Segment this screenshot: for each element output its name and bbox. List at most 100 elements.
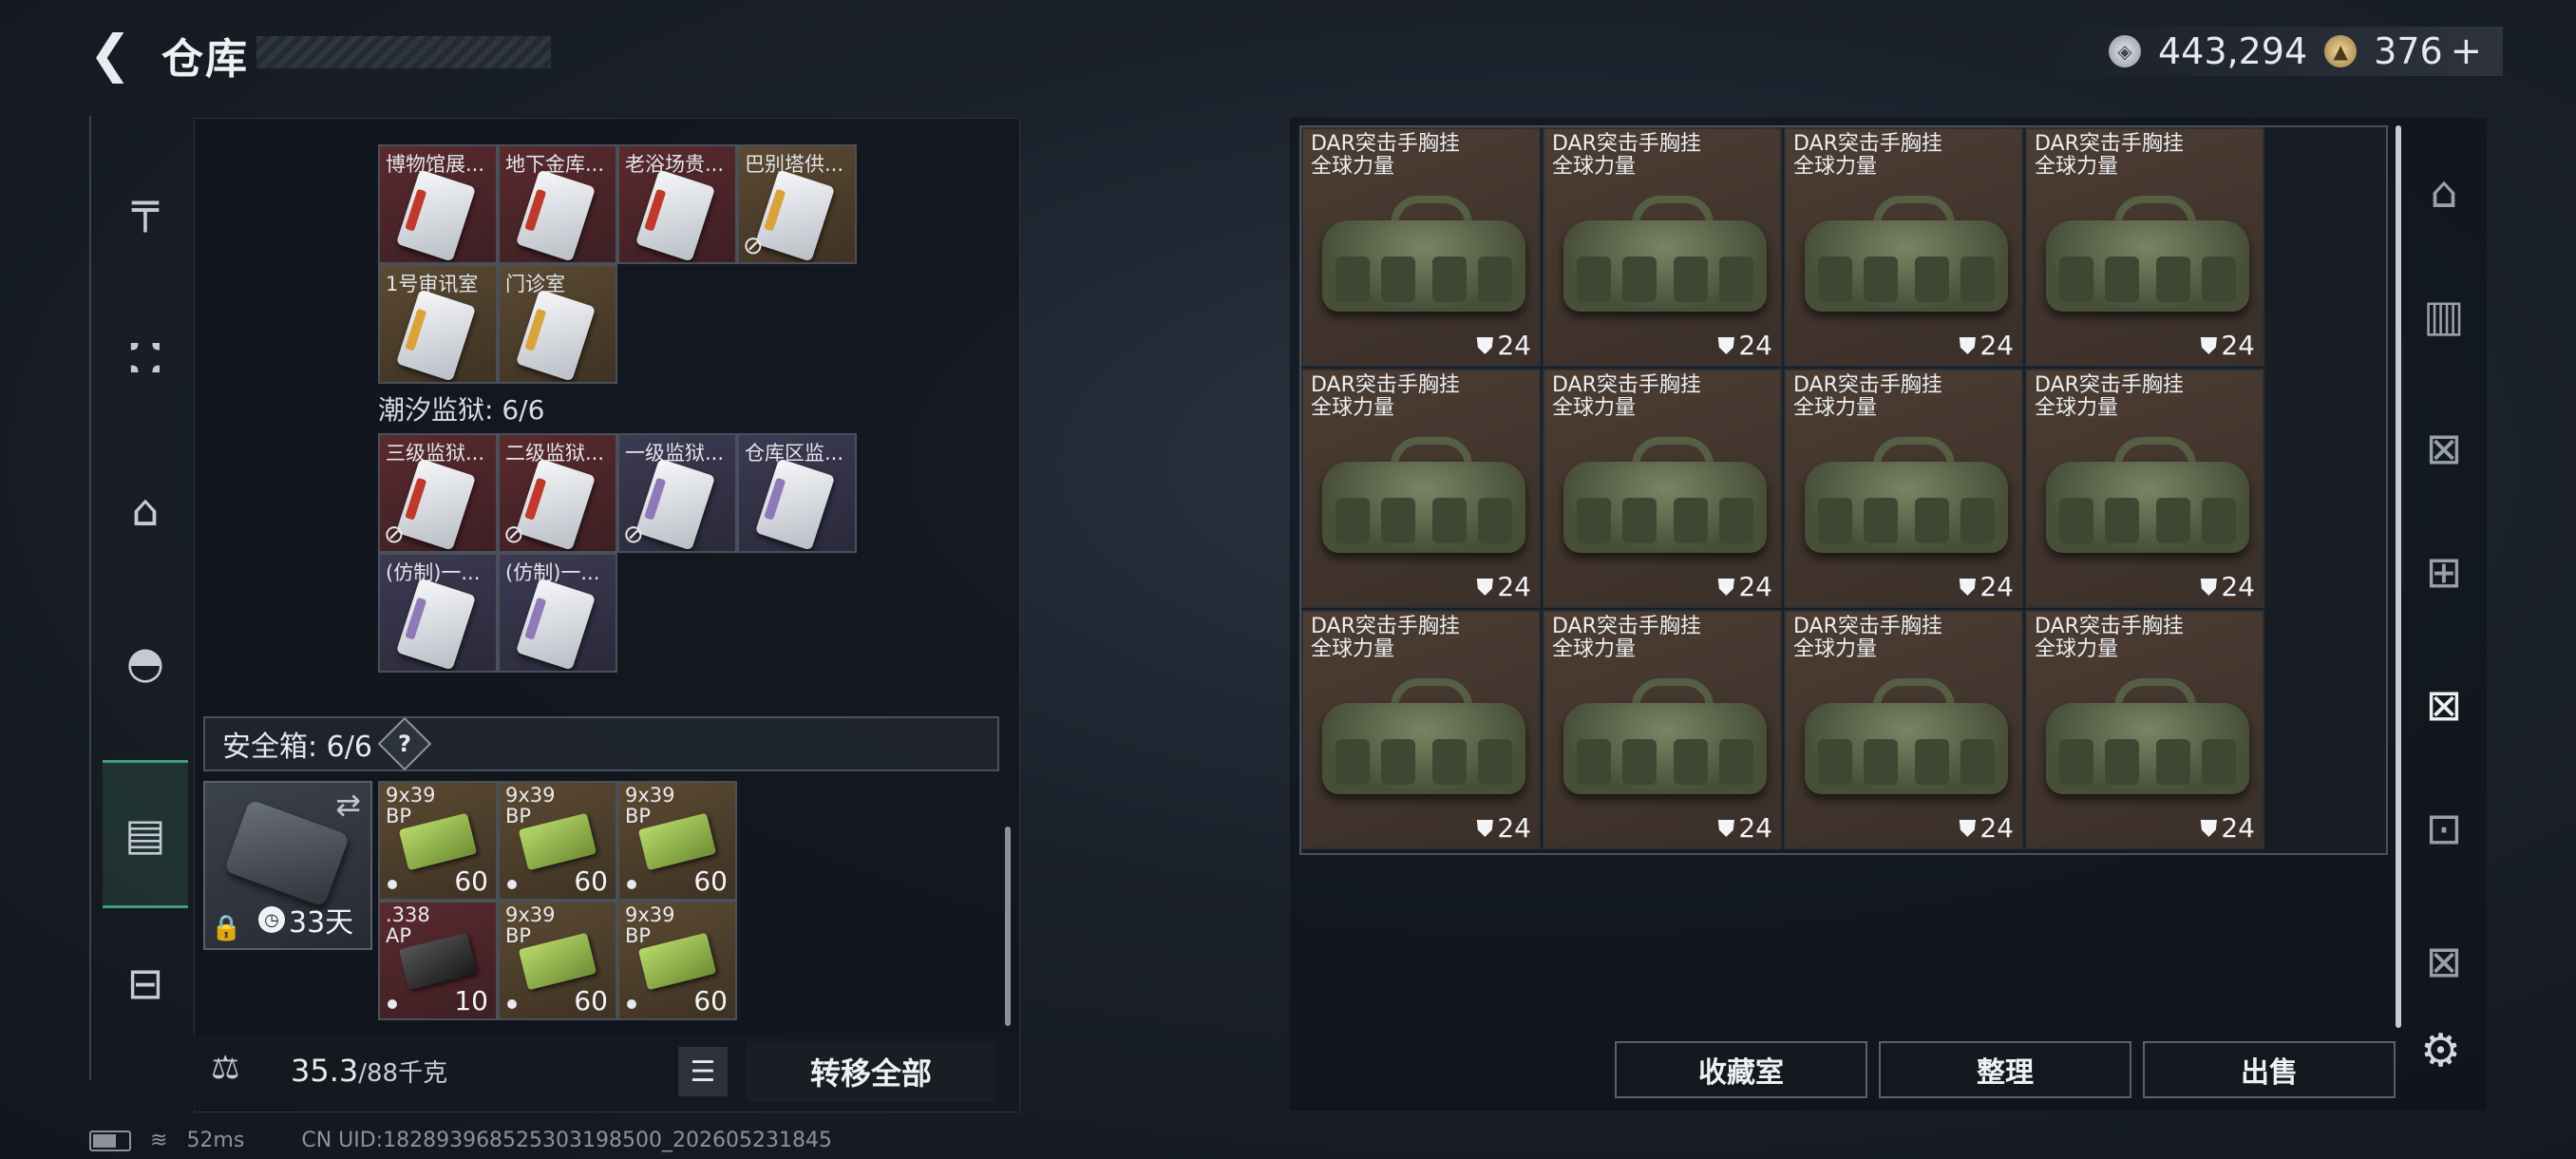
stash-item[interactable]: DAR突击手胸挂 全球力量 ⛊ 24 [1301, 127, 1541, 367]
storage-tab-3[interactable]: ⊠ [2411, 391, 2477, 505]
keycard-item[interactable]: 一级监狱... ⊘ [617, 433, 737, 553]
rarity-dot-icon [627, 999, 636, 1009]
wifi-icon: ≋ [150, 1129, 168, 1152]
ammo-item[interactable]: 9x39 BP 60 [498, 901, 617, 1020]
item-count: ⛊ 24 [1717, 812, 1772, 844]
keycard-item[interactable]: 老浴场贵... [617, 144, 737, 264]
duffel-bag-image [1563, 678, 1767, 802]
sell-button[interactable]: 出售 [2143, 1041, 2396, 1098]
stash-item[interactable]: DAR突击手胸挂 全球力量 ⛊ 24 [1543, 610, 1782, 849]
item-name-line1: DAR突击手胸挂 [1793, 132, 1942, 156]
stash-item[interactable]: DAR突击手胸挂 全球力量 ⛊ 24 [1301, 369, 1541, 608]
storage-tab-7[interactable]: ⊠ [2411, 904, 2477, 1018]
ammo-item[interactable]: 9x39 BP 60 [617, 781, 737, 901]
stash-item[interactable]: DAR突击手胸挂 全球力量 ⛊ 24 [2025, 610, 2264, 849]
ammo-label: 9x39 BP [505, 903, 556, 947]
keycard-item[interactable]: 地下金库... [498, 144, 617, 264]
nav-safe-case[interactable]: ▤ [103, 760, 188, 908]
nav-vest[interactable]: ⛚ [103, 287, 188, 429]
item-name-line1: DAR突击手胸挂 [1552, 615, 1701, 638]
nav-backpack[interactable]: ⌂ [103, 439, 188, 581]
item-count-value: 24 [2221, 571, 2255, 602]
ammo-label: 9x39 BP [505, 784, 556, 827]
storage-tab-1[interactable]: ⌂ [2411, 135, 2477, 249]
sort-button[interactable]: 整理 [1879, 1041, 2131, 1098]
home-arch-icon: ⌂ [2430, 166, 2458, 218]
item-name-line2: 全球力量 [1311, 155, 1395, 179]
stash-item[interactable]: DAR突击手胸挂 全球力量 ⛊ 24 [1301, 610, 1541, 849]
item-count-value: 24 [1979, 571, 2014, 602]
item-count: ⛊ 24 [1476, 571, 1531, 602]
back-button[interactable]: ❮ [82, 24, 139, 84]
keycard-image [515, 169, 597, 262]
item-count: ⛊ 24 [2200, 812, 2255, 844]
keycard-item[interactable]: 门诊室 [498, 264, 617, 384]
keycard-image [754, 458, 836, 551]
stash-item[interactable]: DAR突击手胸挂 全球力量 ⛊ 24 [1784, 369, 2023, 608]
keycard-item[interactable]: 二级监狱... ⊘ [498, 433, 617, 553]
stash-item[interactable]: DAR突击手胸挂 全球力量 ⛊ 24 [1784, 127, 2023, 367]
storage-tab-2[interactable]: ▥ [2411, 258, 2477, 372]
list-view-button[interactable]: ☰ [678, 1047, 728, 1096]
keycard-image [395, 169, 477, 262]
item-name-line2: 全球力量 [1793, 155, 1878, 179]
storage-tab-5[interactable]: ⊠ [2411, 648, 2477, 762]
item-name: DAR突击手胸挂 全球力量 [1552, 133, 1701, 179]
stash-scrollbar[interactable] [2396, 125, 2401, 1028]
item-name-line1: DAR突击手胸挂 [2035, 373, 2184, 397]
stash-item[interactable]: DAR突击手胸挂 全球力量 ⛊ 24 [2025, 127, 2264, 367]
ammo-item[interactable]: 9x39 BP 60 [617, 901, 737, 1020]
storage-tab-4[interactable]: ⊞ [2411, 515, 2477, 629]
helmet-icon: ◓ [125, 636, 165, 688]
help-button[interactable]: ? [377, 716, 432, 771]
keycard-item[interactable]: 三级监狱... ⊘ [378, 433, 498, 553]
ammo-count: 60 [693, 985, 728, 1016]
stash-item[interactable]: DAR突击手胸挂 全球力量 ⛊ 24 [1543, 369, 1782, 608]
item-name: DAR突击手胸挂 全球力量 [1552, 616, 1701, 661]
nav-weapon[interactable]: ╤ [103, 135, 188, 277]
question-icon: ? [397, 730, 411, 757]
keycard-item[interactable]: 巴别塔供... ⊘ [737, 144, 857, 264]
keycard-label: 地下金库... [505, 153, 605, 176]
keycard-item[interactable]: (仿制)一... [378, 553, 498, 673]
gear-icon[interactable]: ⚙ [2420, 1024, 2461, 1077]
nav-helmet[interactable]: ◓ [103, 591, 188, 733]
keycard-item[interactable]: 1号审讯室 [378, 264, 498, 384]
weight-display: 35.3/88千克 [291, 1053, 447, 1089]
duffel-bag-image [1322, 437, 1525, 560]
rarity-dot-icon [388, 880, 397, 889]
ammo-item[interactable]: 9x39 BP 60 [378, 781, 498, 901]
toolbox-icon: ⊟ [126, 958, 164, 1009]
keycard-label: 二级监狱... [505, 442, 605, 465]
folder-iv-icon: ▥ [2423, 290, 2465, 341]
inventory-scrollbar[interactable] [1005, 826, 1011, 1026]
item-count-value: 24 [1497, 330, 1531, 361]
item-count: ⛊ 24 [1476, 330, 1531, 361]
stash-item[interactable]: DAR突击手胸挂 全球力量 ⛊ 24 [2025, 369, 2264, 608]
item-name: DAR突击手胸挂 全球力量 [2035, 133, 2184, 179]
vest-icon: ⛚ [129, 332, 161, 383]
duffel-bag-image [2046, 196, 2249, 319]
item-name: DAR突击手胸挂 全球力量 [2035, 374, 2184, 420]
nav-toolbox[interactable]: ⊟ [103, 912, 188, 1054]
ammo-item[interactable]: 9x39 BP 60 [498, 781, 617, 901]
stash-item[interactable]: DAR突击手胸挂 全球力量 ⛊ 24 [1543, 127, 1782, 367]
stash-item[interactable]: DAR突击手胸挂 全球力量 ⛊ 24 [1784, 610, 2023, 849]
keycard-item[interactable]: 博物馆展... [378, 144, 498, 264]
silver-value: 443,294 [2158, 30, 2308, 72]
keycard-item[interactable]: (仿制)一... [498, 553, 617, 673]
ammo-item[interactable]: .338 AP 10 [378, 901, 498, 1020]
add-currency-button[interactable]: + [2451, 29, 2483, 73]
item-name-line1: DAR突击手胸挂 [1793, 615, 1942, 638]
item-name-line1: DAR突击手胸挂 [1552, 373, 1701, 397]
swap-icon[interactable]: ⇄ [335, 787, 361, 823]
duffel-bag-image [1322, 678, 1525, 802]
storage-tab-6[interactable]: ⊡ [2411, 771, 2477, 885]
safe-case-slot[interactable]: ⇄ 🔒 ◷ 33天 [203, 781, 372, 950]
case-icon: ▤ [124, 808, 166, 860]
crate-active-icon: ⊠ [2425, 679, 2463, 731]
keycard-item[interactable]: 仓库区监... [737, 433, 857, 553]
transfer-all-button[interactable]: 转移全部 [747, 1041, 995, 1102]
collection-button[interactable]: 收藏室 [1615, 1041, 1867, 1098]
item-name: DAR突击手胸挂 全球力量 [1793, 133, 1942, 179]
